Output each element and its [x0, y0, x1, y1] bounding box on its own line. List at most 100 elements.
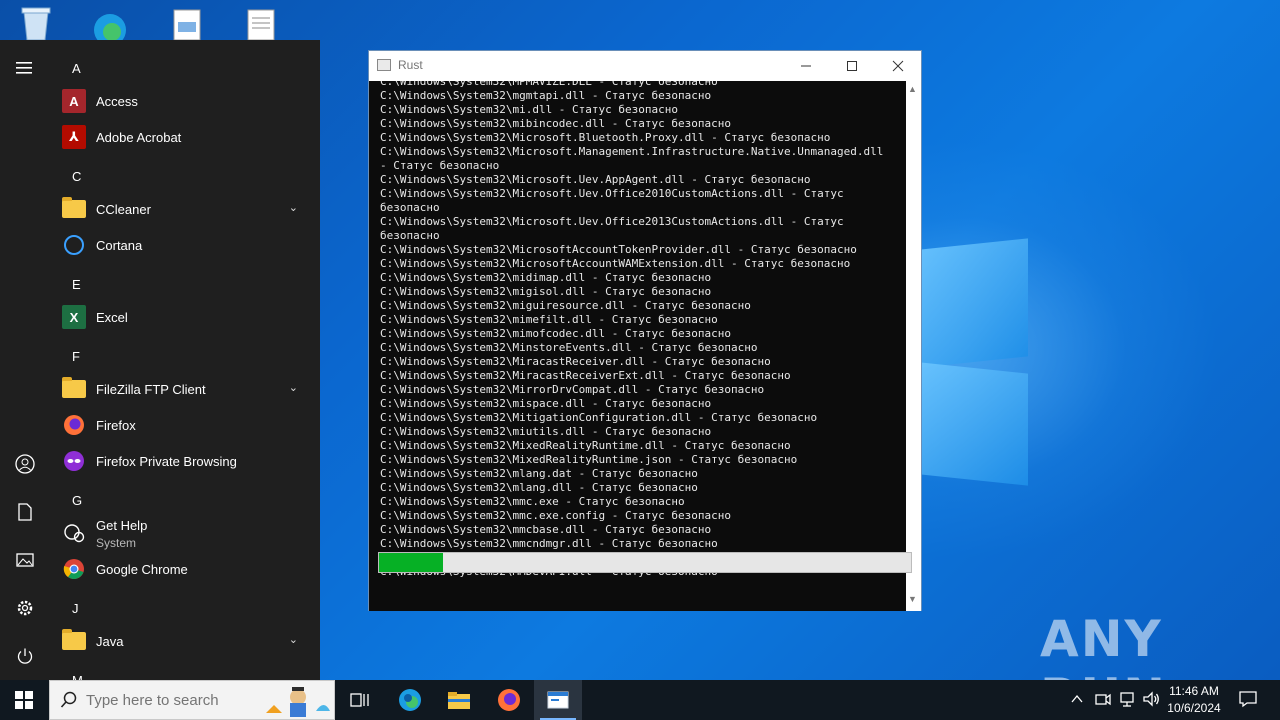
close-button[interactable]	[875, 51, 921, 81]
file-explorer-icon	[448, 692, 470, 709]
image-file-icon[interactable]	[168, 6, 208, 41]
taskbar-search[interactable]	[49, 680, 335, 720]
hamburger-menu-icon[interactable]	[9, 52, 41, 84]
console-line: C:\Windows\System32\MixedRealityRuntime.…	[380, 439, 791, 452]
app-firefox[interactable]: Firefox	[62, 408, 308, 442]
meet-now-icon[interactable]	[1094, 690, 1112, 711]
letter-header[interactable]: C	[72, 169, 81, 184]
pictures-icon[interactable]	[9, 544, 41, 576]
text-file-icon[interactable]	[242, 6, 282, 41]
app-list: A A Access ⅄ Adobe Acrobat C CCleaner ⌄ …	[50, 40, 320, 680]
app-filezilla[interactable]: FileZilla FTP Client ⌄	[62, 372, 308, 406]
scan-progress-bar	[378, 552, 912, 573]
console-line: C:\Windows\System32\miutils.dll - Статус…	[380, 425, 712, 438]
console-line: C:\Windows\System32\mlang.dat - Статус б…	[380, 467, 698, 480]
show-hidden-icons-chevron-icon[interactable]	[1070, 690, 1084, 711]
system-clock[interactable]: 11:46 AM 10/6/2024	[1160, 683, 1228, 717]
app-label: Java	[96, 633, 124, 649]
folder-icon	[62, 197, 86, 221]
chevron-down-icon[interactable]: ⌄	[289, 633, 298, 646]
start-rail	[0, 40, 50, 680]
firefox-taskbar-button[interactable]	[485, 680, 533, 720]
scroll-down-icon[interactable]: ▼	[908, 594, 917, 604]
letter-header[interactable]: E	[72, 277, 81, 292]
app-label: Excel	[96, 309, 128, 325]
letter-header[interactable]: F	[72, 349, 80, 364]
app-access[interactable]: A Access	[62, 84, 308, 118]
app-firefox-private[interactable]: Firefox Private Browsing	[62, 444, 308, 478]
app-label: Google Chrome	[96, 561, 188, 577]
windows-logo-icon	[15, 691, 33, 709]
letter-header[interactable]: A	[72, 61, 81, 76]
recycle-bin-icon[interactable]	[16, 6, 56, 41]
app-label: Get Help	[96, 517, 148, 533]
app-ccleaner[interactable]: CCleaner ⌄	[62, 192, 308, 226]
clock-time: 11:46 AM	[1169, 684, 1219, 698]
firefox-private-icon	[62, 449, 86, 473]
letter-header[interactable]: J	[72, 601, 79, 616]
app-adobe-acrobat[interactable]: ⅄ Adobe Acrobat	[62, 120, 308, 154]
edge-icon	[399, 689, 421, 711]
file-explorer-button[interactable]	[435, 680, 483, 720]
app-cortana[interactable]: Cortana	[62, 228, 308, 262]
letter-header[interactable]: G	[72, 493, 82, 508]
search-highlight-illustration	[262, 683, 334, 720]
edge-taskbar-button[interactable]	[386, 680, 434, 720]
folder-icon	[62, 377, 86, 401]
app-excel[interactable]: X Excel	[62, 300, 308, 334]
network-icon[interactable]	[1118, 690, 1136, 711]
app-label: Cortana	[96, 237, 143, 253]
console-line: C:\Windows\System32\midimap.dll - Статус…	[380, 271, 712, 284]
task-view-button[interactable]	[336, 680, 384, 720]
console-line: C:\Windows\System32\MixedRealityRuntime.…	[380, 453, 798, 466]
app-java[interactable]: Java ⌄	[62, 624, 308, 658]
maximize-button[interactable]	[829, 51, 875, 81]
get-help-icon	[62, 521, 86, 545]
chevron-down-icon[interactable]: ⌄	[289, 201, 298, 214]
console-line: C:\Windows\System32\MicrosoftAccountToke…	[380, 243, 857, 256]
console-line: C:\Windows\System32\MicrosoftAccountWAME…	[380, 257, 851, 270]
power-icon[interactable]	[9, 640, 41, 672]
console-line: C:\Windows\System32\mimefilt.dll - Стату…	[380, 313, 718, 326]
edge-desktop-icon[interactable]	[88, 6, 128, 46]
app-google-chrome[interactable]: Google Chrome	[62, 552, 308, 586]
notifications-icon[interactable]	[1238, 690, 1258, 711]
console-line: C:\Windows\System32\MiracastReceiver.dll…	[380, 355, 771, 368]
app-label: CCleaner	[96, 201, 151, 217]
rust-console-window: Rust C:\Windows\System32\MPMAVIZE.DLL - …	[368, 50, 922, 611]
rust-console-taskbar-button[interactable]	[534, 680, 582, 720]
documents-icon[interactable]	[9, 496, 41, 528]
app-label: Firefox Private Browsing	[96, 453, 237, 469]
console-output[interactable]: C:\Windows\System32\MPMAVIZE.DLL - Стату…	[369, 81, 906, 611]
console-line: C:\Windows\System32\mmcndmgr.dll - Стату…	[380, 537, 718, 550]
user-account-icon[interactable]	[9, 448, 41, 480]
console-line: C:\Windows\System32\MPMAVIZE.DLL - Стату…	[380, 81, 718, 88]
firefox-icon	[498, 689, 520, 711]
search-input[interactable]	[86, 689, 256, 711]
console-line: C:\Windows\System32\MitigationConfigurat…	[380, 411, 818, 424]
console-line: C:\Windows\System32\mispace.dll - Статус…	[380, 397, 712, 410]
letter-header[interactable]: M	[72, 673, 83, 680]
progress-fill	[379, 553, 443, 572]
title-bar[interactable]: Rust	[369, 51, 921, 81]
task-view-icon	[350, 693, 369, 707]
get-help-text: Get Help System	[96, 517, 147, 550]
console-line: C:\Windows\System32\Microsoft.Uev.AppAge…	[380, 173, 811, 186]
console-line: C:\Windows\System32\mgmtapi.dll - Статус…	[380, 89, 712, 102]
app-label: FileZilla FTP Client	[96, 381, 206, 397]
chevron-down-icon[interactable]: ⌄	[289, 381, 298, 394]
wallpaper-logo-pane	[920, 362, 1028, 486]
console-line: C:\Windows\System32\mmc.exe - Статус без…	[380, 495, 685, 508]
app-get-help[interactable]: Get Help System	[62, 516, 308, 550]
vertical-scrollbar[interactable]: ▲ ▼	[906, 81, 921, 611]
minimize-button[interactable]	[783, 51, 829, 81]
window-title: Rust	[398, 58, 423, 72]
start-menu: A A Access ⅄ Adobe Acrobat C CCleaner ⌄ …	[0, 40, 320, 680]
volume-icon[interactable]	[1142, 690, 1160, 711]
start-button[interactable]	[0, 680, 48, 720]
scroll-up-icon[interactable]: ▲	[908, 84, 917, 94]
console-line: C:\Windows\System32\MirrorDrvCompat.dll …	[380, 383, 765, 396]
app-label: Firefox	[96, 417, 136, 433]
clock-date: 10/6/2024	[1167, 701, 1221, 715]
settings-gear-icon[interactable]	[9, 592, 41, 624]
